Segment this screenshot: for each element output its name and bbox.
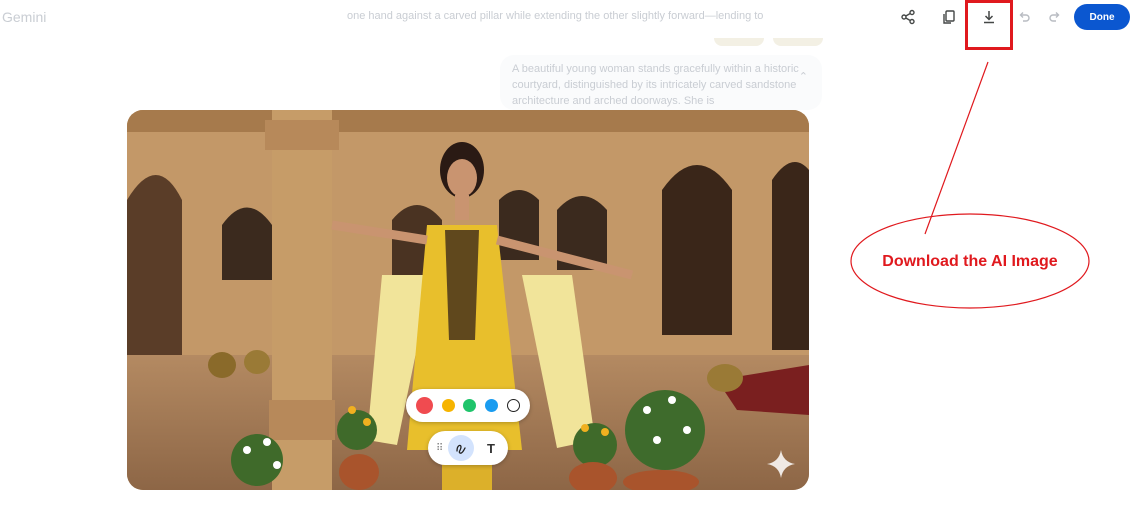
annotation-callout-text: Download the AI Image [882, 253, 1058, 270]
annotation-pointer-line [924, 61, 989, 235]
